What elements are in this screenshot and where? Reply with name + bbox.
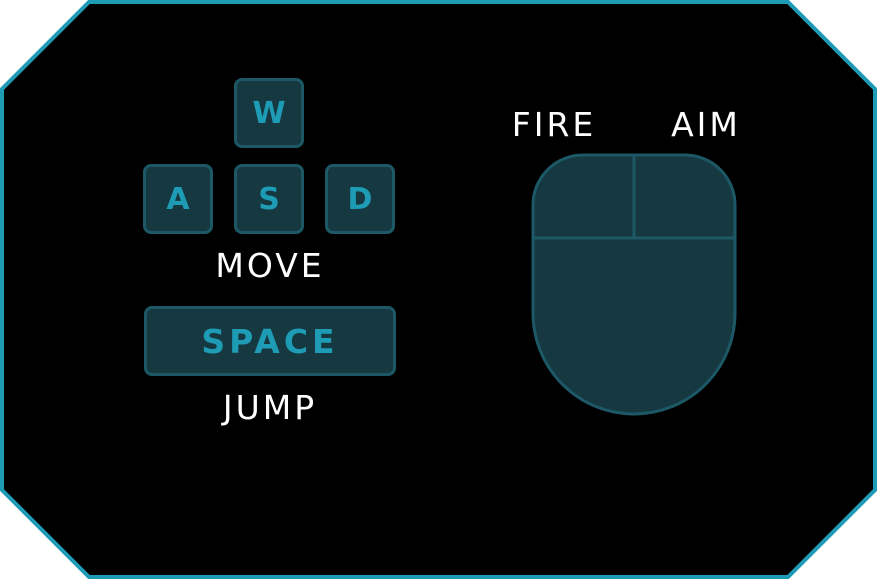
move-label: MOVE bbox=[215, 246, 325, 285]
mouse-icon bbox=[531, 153, 737, 416]
key-d: D bbox=[325, 164, 395, 234]
mouse-left-button bbox=[531, 153, 636, 240]
fire-label: FIRE bbox=[511, 105, 597, 144]
key-a: A bbox=[143, 164, 213, 234]
mouse-body bbox=[531, 236, 737, 416]
jump-label: JUMP bbox=[222, 388, 318, 427]
mouse-right-button bbox=[632, 153, 737, 240]
controls-panel bbox=[0, 0, 877, 579]
panel-outline bbox=[0, 0, 877, 579]
key-w: W bbox=[234, 78, 304, 148]
key-space: SPACE bbox=[144, 306, 396, 376]
key-s: S bbox=[234, 164, 304, 234]
aim-label: AIM bbox=[671, 105, 741, 144]
